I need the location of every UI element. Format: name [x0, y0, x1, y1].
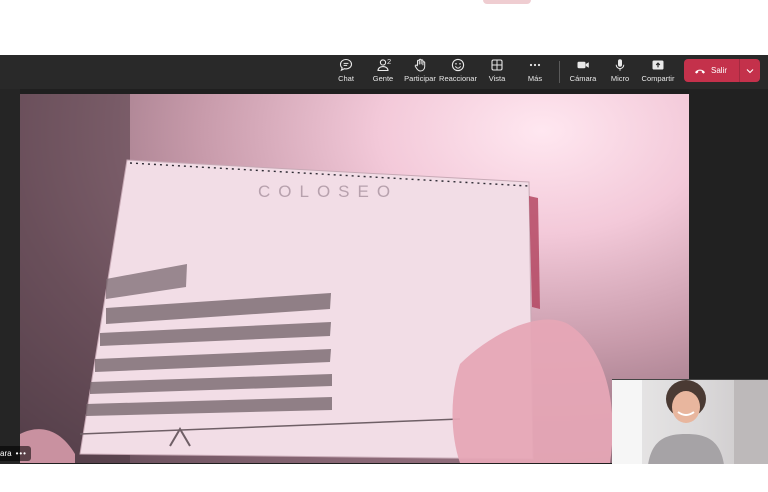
video-stage: COLOSEO ara •••: [0, 89, 768, 465]
people-button[interactable]: 2 Gente: [363, 55, 403, 89]
notebook-title: COLOSEO: [258, 182, 399, 201]
meeting-toolbar: Chat 2 Gente Participar Reaccionar Vista…: [0, 55, 768, 89]
toolbar-divider: [559, 61, 560, 83]
leave-label: Salir: [711, 66, 728, 75]
self-view-scene: [612, 380, 768, 465]
people-count: 2: [387, 57, 392, 66]
camera-icon: [577, 61, 589, 69]
react-label: Reaccionar: [439, 74, 477, 83]
view-grid-icon: [491, 59, 503, 71]
view-label: Vista: [488, 74, 506, 83]
leave-options-button[interactable]: [740, 59, 760, 82]
raise-hand-label: Participar: [404, 74, 436, 83]
left-gutter: [0, 89, 20, 464]
microphone-button[interactable]: Micro: [600, 55, 640, 89]
camera-button[interactable]: Cámara: [563, 55, 603, 89]
participant-name: ara: [0, 449, 12, 458]
self-view-video[interactable]: [612, 379, 768, 465]
top-artifact: [483, 0, 531, 4]
more-icon: [529, 63, 541, 67]
leave-button[interactable]: Salir: [684, 59, 739, 82]
hang-up-icon: [695, 69, 705, 74]
microphone-icon: [615, 59, 625, 71]
bottom-margin: [0, 464, 768, 492]
raise-hand-icon: [414, 58, 426, 72]
chat-button[interactable]: Chat: [326, 55, 366, 89]
microphone-label: Micro: [610, 74, 630, 83]
top-margin: [0, 0, 768, 55]
share-icon: [652, 60, 664, 70]
more-button[interactable]: Más: [515, 55, 555, 89]
share-button[interactable]: Compartir: [638, 55, 678, 89]
chat-icon: [339, 58, 353, 72]
leave-control: Salir: [684, 59, 760, 82]
chat-label: Chat: [338, 74, 354, 83]
participant-name-tag: ara •••: [0, 446, 31, 461]
smiley-icon: [451, 58, 465, 72]
more-label: Más: [527, 74, 543, 83]
main-video-feed[interactable]: COLOSEO: [20, 94, 689, 463]
video-scene: [20, 94, 613, 463]
react-button[interactable]: Reaccionar: [438, 55, 478, 89]
chevron-down-icon: [746, 68, 754, 73]
raise-hand-button[interactable]: Participar: [400, 55, 440, 89]
share-label: Compartir: [641, 74, 675, 83]
people-label: Gente: [372, 74, 394, 83]
participant-more-button[interactable]: •••: [16, 449, 27, 458]
view-button[interactable]: Vista: [477, 55, 517, 89]
camera-label: Cámara: [569, 74, 597, 83]
